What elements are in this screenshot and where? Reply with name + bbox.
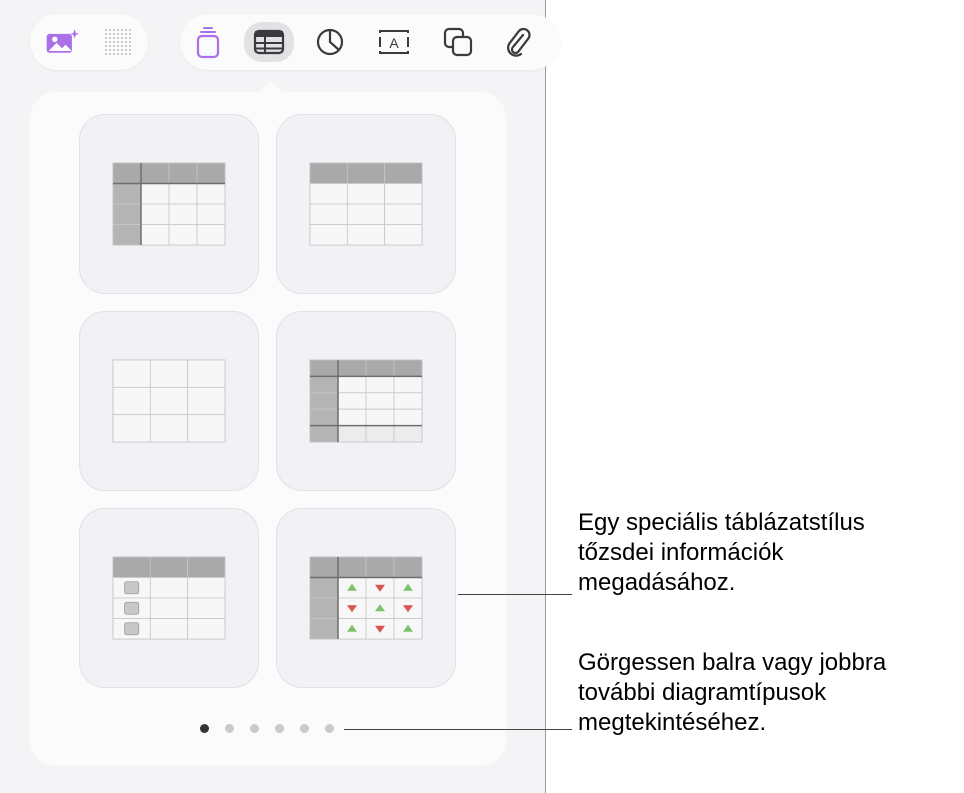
page-dot[interactable] bbox=[225, 724, 234, 733]
text-box-button[interactable] bbox=[190, 24, 226, 60]
page-dot[interactable] bbox=[300, 724, 309, 733]
callout-line-dots bbox=[344, 729, 572, 730]
chart-button[interactable] bbox=[312, 24, 348, 60]
checkbox-icon bbox=[124, 581, 140, 595]
table-style-stocks[interactable] bbox=[276, 508, 456, 688]
table-icon bbox=[253, 29, 285, 55]
shapes-button[interactable] bbox=[440, 24, 476, 60]
image-playground-icon bbox=[46, 29, 80, 53]
table-button[interactable] bbox=[244, 22, 294, 62]
table-style-header-row[interactable] bbox=[276, 114, 456, 294]
table-style-plain[interactable] bbox=[79, 311, 259, 491]
table-style-header-footer[interactable] bbox=[276, 311, 456, 491]
checkbox-icon bbox=[124, 622, 140, 636]
chart-icon bbox=[316, 28, 344, 56]
table-style-checklist[interactable] bbox=[79, 508, 259, 688]
text-field-button[interactable]: A bbox=[376, 24, 412, 60]
page-dot[interactable] bbox=[275, 724, 284, 733]
attachment-button[interactable] bbox=[500, 24, 536, 60]
paperclip-icon bbox=[507, 27, 531, 57]
shapes-icon bbox=[443, 27, 473, 57]
callout-page-dots: Görgessen balra vagy jobbra további diag… bbox=[578, 649, 887, 736]
page-dot[interactable] bbox=[325, 724, 334, 733]
dot-grid-button[interactable] bbox=[100, 24, 136, 60]
media-toolbar-group bbox=[30, 14, 148, 70]
image-playground-button[interactable] bbox=[44, 24, 80, 60]
callout-line-stocks bbox=[458, 594, 572, 595]
dot-grid-icon bbox=[105, 29, 131, 55]
checkbox-icon bbox=[124, 601, 140, 615]
page-dot[interactable] bbox=[250, 724, 259, 733]
table-style-header-row-column[interactable] bbox=[79, 114, 259, 294]
callout-stocks-table: Egy speciális táblázatstílus tőzsdei inf… bbox=[578, 509, 865, 596]
insert-toolbar-group: A bbox=[180, 14, 560, 70]
text-box-icon bbox=[196, 27, 220, 59]
table-style-popover-frame: A bbox=[0, 0, 560, 793]
page-indicator[interactable] bbox=[196, 724, 346, 736]
page-dot[interactable] bbox=[200, 724, 209, 733]
text-field-glyph: A bbox=[389, 35, 399, 51]
text-field-icon: A bbox=[379, 30, 409, 54]
